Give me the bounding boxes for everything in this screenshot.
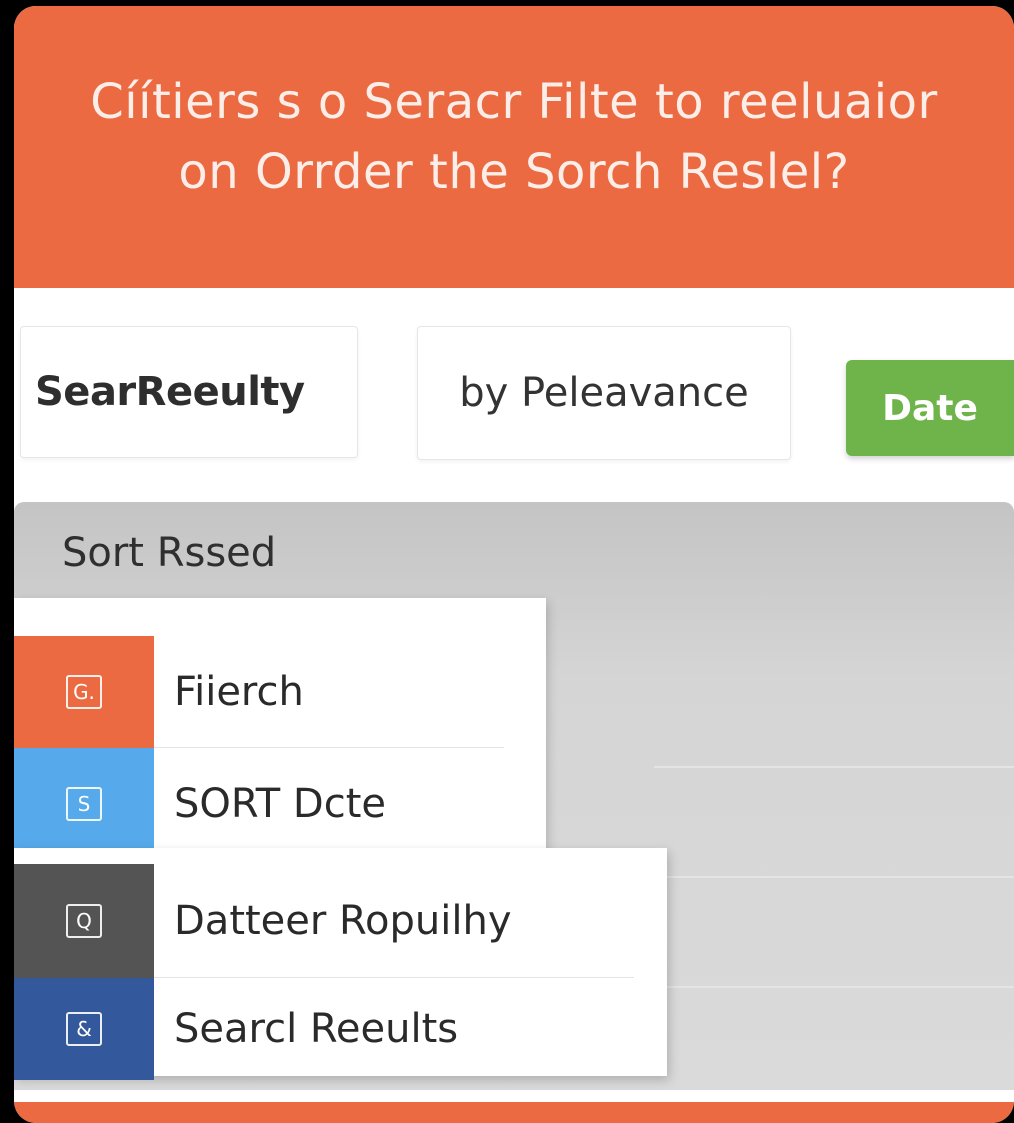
sort-icon: S [66, 787, 102, 821]
menu-item-swatch: Q [14, 864, 154, 978]
menu-item-filter[interactable]: G. Fiierch [14, 636, 667, 748]
header-banner: Cíítiers s o Seracr Filte to reeluaior o… [14, 6, 1014, 288]
panel-divider [654, 766, 1014, 768]
menu-item-label: Searcl Reeults [174, 1006, 459, 1052]
menu-item-sort-date[interactable]: S SORT Dcte [14, 748, 667, 860]
menu-item-label: Fiierch [174, 669, 304, 715]
menu-item-swatch: S [14, 748, 154, 860]
sort-menu-lower: Q Datteer Ropuilhy & Searcl Reeults [14, 848, 667, 1080]
gear-icon: G. [66, 675, 102, 709]
panel-divider [654, 986, 1014, 988]
relevance-label: by Peleavance [459, 370, 749, 416]
menu-item-swatch: & [14, 978, 154, 1080]
menu-item-swatch: G. [14, 636, 154, 748]
header-title-line-2: on Orrder the Sorch Reslel? [178, 144, 850, 200]
link-icon: & [66, 1012, 102, 1046]
footer-bar [14, 1102, 1014, 1123]
menu-item-search-results[interactable]: & Searcl Reeults [14, 978, 667, 1080]
menu-item-date-popularity[interactable]: Q Datteer Ropuilhy [14, 864, 667, 978]
search-results-field[interactable]: SearReeulty [20, 326, 358, 458]
header-title-line-1: Cíítiers s o Seracr Filte to reeluaior [90, 74, 938, 130]
screen-frame: Cíítiers s o Seracr Filte to reeluaior o… [0, 0, 1014, 1123]
panel-divider [654, 876, 1014, 878]
search-results-label: SearReeulty [35, 369, 305, 415]
sort-menu-upper: G. Fiierch S SORT Dcte [14, 598, 546, 860]
menu-item-label: SORT Dcte [174, 781, 386, 827]
app-card: Cíítiers s o Seracr Filte to reeluaior o… [14, 6, 1014, 1123]
panel-title: Sort Rssed [62, 530, 277, 576]
date-button-label: Date [882, 387, 978, 429]
sort-panel: Sort Rssed G. Fiierch S SORT Dcte Q Datt… [14, 502, 1014, 1090]
controls-bar: SearReeulty by Peleavance Date [14, 288, 1014, 502]
sort-by-relevance-button[interactable]: by Peleavance [417, 326, 791, 460]
menu-item-label: Datteer Ropuilhy [174, 898, 512, 944]
date-button[interactable]: Date [846, 360, 1014, 456]
badge-icon: Q [66, 904, 102, 938]
